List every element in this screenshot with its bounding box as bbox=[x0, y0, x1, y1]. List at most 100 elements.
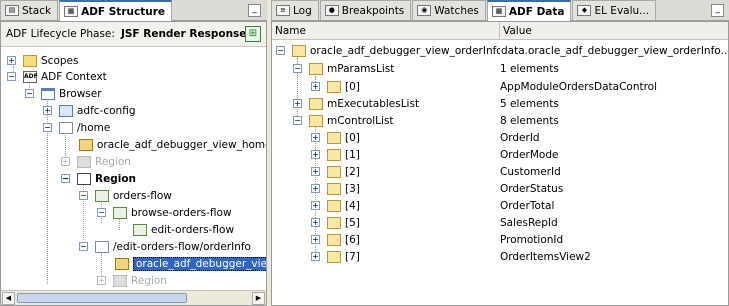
tab-label: Stack bbox=[22, 4, 52, 17]
tab-label: Log bbox=[293, 4, 312, 17]
collapse-icon[interactable]: − bbox=[276, 46, 285, 55]
data-folder-icon bbox=[327, 80, 341, 93]
region-icon bbox=[77, 155, 91, 168]
horizontal-scrollbar[interactable]: ◀ ▶ bbox=[1, 290, 266, 305]
scroll-left-icon[interactable]: ◀ bbox=[2, 292, 15, 305]
collapse-icon[interactable]: − bbox=[61, 174, 70, 183]
tree-item-browser[interactable]: − Browser bbox=[25, 85, 102, 102]
data-value-cell: data.oracle_adf_debugger_view_orderInfo.… bbox=[500, 42, 728, 59]
adf-context-icon: ADF bbox=[23, 70, 38, 83]
collapse-icon[interactable]: − bbox=[79, 242, 88, 251]
data-value-cell: AppModuleOrdersDataControl bbox=[500, 78, 657, 95]
data-row-mparamslist[interactable]: − mParamsList bbox=[293, 60, 394, 77]
jsp-file-icon bbox=[115, 257, 129, 270]
data-row-control-1[interactable]: + [1] bbox=[311, 146, 360, 163]
folder-icon bbox=[23, 54, 37, 67]
collapse-icon[interactable]: − bbox=[43, 123, 52, 132]
tree-item-region-disabled[interactable]: + Region bbox=[61, 153, 131, 170]
data-name-cell: [1] bbox=[345, 148, 360, 161]
expand-icon[interactable]: + bbox=[311, 235, 320, 244]
expand-icon[interactable]: + bbox=[311, 184, 320, 193]
data-value-cell: 8 elements bbox=[500, 112, 559, 129]
expand-icon[interactable]: + bbox=[311, 167, 320, 176]
expand-icon[interactable]: + bbox=[311, 252, 320, 261]
tab-log[interactable]: ≡ Log bbox=[271, 0, 319, 20]
data-value-text: OrderItemsView2 bbox=[500, 250, 591, 263]
tree-item-label: edit-orders-flow bbox=[151, 223, 235, 236]
tab-label: EL Evalu... bbox=[594, 4, 650, 17]
minimize-button[interactable]: _ bbox=[248, 4, 261, 17]
data-row-control-6[interactable]: + [6] bbox=[311, 231, 360, 248]
tree-item-browse-orders-flow[interactable]: − browse-orders-flow bbox=[97, 204, 232, 221]
expand-icon[interactable]: + bbox=[311, 218, 320, 227]
data-name-cell: [0] bbox=[345, 131, 360, 144]
data-name-cell: mControlList bbox=[327, 114, 394, 127]
tree-item-edit-orders-flow[interactable]: edit-orders-flow bbox=[133, 221, 234, 238]
data-row-param-0[interactable]: + [0] bbox=[311, 78, 360, 95]
tree-item-label: ADF Context bbox=[41, 70, 107, 83]
collapse-icon[interactable]: − bbox=[293, 116, 302, 125]
data-folder-icon bbox=[327, 199, 341, 212]
scroll-right-icon[interactable]: ▶ bbox=[252, 292, 265, 305]
page-icon bbox=[95, 240, 109, 253]
data-row-control-5[interactable]: + [5] bbox=[311, 214, 360, 231]
data-name-cell: [6] bbox=[345, 233, 360, 246]
watches-icon: ◉ bbox=[417, 5, 432, 16]
data-value-text: 1 elements bbox=[500, 62, 559, 75]
minimize-button[interactable]: _ bbox=[711, 4, 724, 17]
data-row-mcontrollist[interactable]: − mControlList bbox=[293, 112, 394, 129]
scrollbar-thumb[interactable] bbox=[17, 293, 187, 303]
data-value-cell: OrderId bbox=[500, 129, 540, 146]
tree-item-orderinfo-pagedef[interactable]: oracle_adf_debugger_view_orderInfo bbox=[115, 255, 266, 272]
phase-diagram-icon[interactable]: ⊞ bbox=[245, 26, 261, 42]
expand-icon[interactable]: + bbox=[311, 82, 320, 91]
tree-item-region[interactable]: − Region bbox=[61, 170, 136, 187]
el-evaluator-icon: ◆ bbox=[577, 5, 592, 16]
data-row-control-7[interactable]: + [7] bbox=[311, 248, 360, 265]
data-value-cell: 5 elements bbox=[500, 95, 559, 112]
data-value-text: AppModuleOrdersDataControl bbox=[500, 80, 658, 93]
tree-item-home[interactable]: − /home bbox=[43, 119, 110, 136]
column-header-value[interactable]: Value bbox=[500, 22, 728, 40]
expand-icon[interactable]: + bbox=[43, 106, 52, 115]
tree-item-orderinfo[interactable]: − /edit-orders-flow/orderInfo bbox=[79, 238, 251, 255]
data-row-control-4[interactable]: + [4] bbox=[311, 197, 360, 214]
data-value-text: PromotionId bbox=[500, 233, 564, 246]
expand-icon[interactable]: + bbox=[61, 157, 70, 166]
data-value-cell: OrderItemsView2 bbox=[500, 248, 591, 265]
tab-adf-data[interactable]: ▦ ADF Data bbox=[486, 0, 572, 21]
tree-item-label-selected: oracle_adf_debugger_view_orderInfo bbox=[133, 256, 266, 271]
expand-icon[interactable]: + bbox=[97, 276, 106, 285]
tab-breakpoints[interactable]: ● Breakpoints bbox=[319, 0, 412, 20]
adf-structure-panel: ADF Lifecycle Phase: JSF Render Response… bbox=[0, 21, 267, 306]
data-folder-icon bbox=[327, 165, 341, 178]
tab-watches[interactable]: ◉ Watches bbox=[412, 0, 486, 20]
tab-adf-structure[interactable]: ▦ ADF Structure bbox=[59, 0, 173, 21]
collapse-icon[interactable]: − bbox=[293, 64, 302, 73]
log-icon: ≡ bbox=[276, 5, 290, 16]
collapse-icon[interactable]: − bbox=[97, 208, 106, 217]
tab-el-evaluator[interactable]: ◆ EL Evalu... bbox=[572, 0, 657, 20]
data-row-control-3[interactable]: + [3] bbox=[311, 180, 360, 197]
expand-icon[interactable]: + bbox=[311, 201, 320, 210]
tab-stack[interactable]: ▤ Stack bbox=[0, 0, 59, 20]
column-header-name[interactable]: Name bbox=[272, 22, 500, 40]
expand-icon[interactable]: + bbox=[311, 150, 320, 159]
expand-icon[interactable]: + bbox=[7, 56, 16, 65]
collapse-icon[interactable]: − bbox=[79, 191, 88, 200]
tree-item-adfc-config[interactable]: + adfc-config bbox=[43, 102, 136, 119]
tree-item-orders-flow[interactable]: − orders-flow bbox=[79, 187, 172, 204]
region-icon bbox=[77, 172, 91, 185]
data-row-control-0[interactable]: + [0] bbox=[311, 129, 360, 146]
expand-icon[interactable]: + bbox=[311, 133, 320, 142]
tree-item-scopes[interactable]: + Scopes bbox=[7, 52, 78, 69]
collapse-icon[interactable]: − bbox=[25, 89, 34, 98]
taskflow-icon bbox=[95, 189, 109, 202]
collapse-icon[interactable]: − bbox=[7, 72, 16, 81]
data-row-control-2[interactable]: + [2] bbox=[311, 163, 360, 180]
tree-item-region-disabled[interactable]: + Region bbox=[97, 272, 167, 289]
expand-icon[interactable]: + bbox=[293, 99, 302, 108]
tree-item-adf-context[interactable]: − ADF ADF Context bbox=[7, 68, 107, 85]
data-row-mexecutableslist[interactable]: + mExecutablesList bbox=[293, 95, 419, 112]
tree-item-home-pagedef[interactable]: oracle_adf_debugger_view_home bbox=[79, 136, 266, 153]
